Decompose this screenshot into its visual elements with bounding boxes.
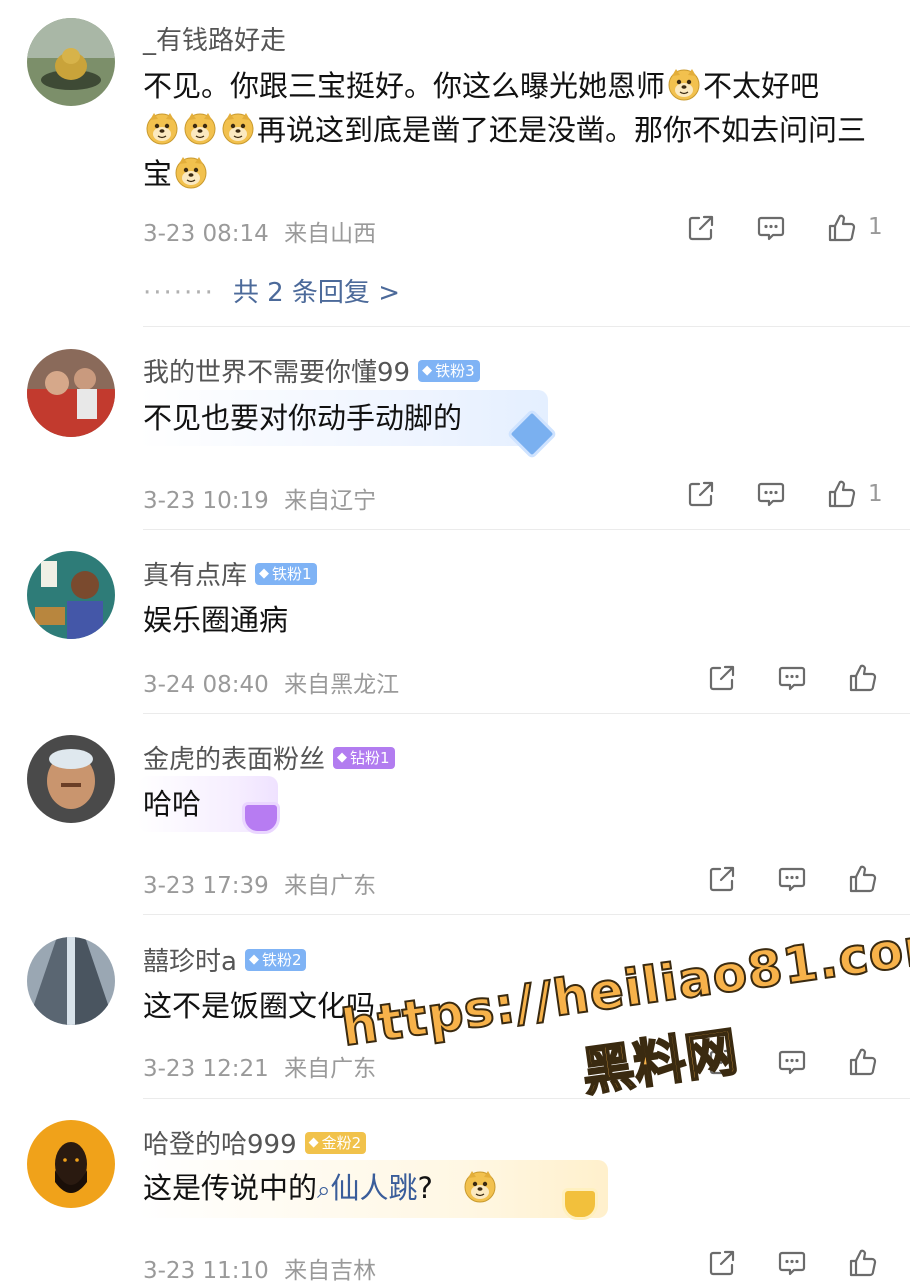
comment-meta: 3-23 08:14 来自山西 (143, 221, 377, 247)
search-icon: ⌕ (317, 1176, 331, 1204)
username[interactable]: _有钱路好走 (143, 20, 286, 57)
divider (143, 713, 910, 714)
share-icon[interactable] (706, 662, 738, 694)
comment-meta: 3-23 17:39 来自广东 (143, 873, 377, 899)
like-icon[interactable] (826, 478, 858, 510)
avatar[interactable] (27, 18, 115, 106)
like-count: 1 (868, 481, 883, 507)
username[interactable]: 真有点库 ◆ 铁粉1 (143, 555, 317, 592)
like-icon[interactable] (847, 863, 879, 895)
comment-icon[interactable] (776, 662, 808, 694)
username[interactable]: 哈登的哈999 ◆ 金粉2 (143, 1124, 367, 1161)
diamond-gem-icon: ◆ (422, 362, 433, 378)
doge-emoji (666, 66, 702, 102)
comment-icon[interactable] (776, 1046, 808, 1078)
comment-icon[interactable] (776, 1247, 808, 1279)
divider (143, 529, 910, 530)
comment-text: 这是传说中的⌕仙人跳? (143, 1166, 883, 1212)
diamond-gem-icon: ◆ (337, 749, 348, 765)
diamond-gem-icon (242, 802, 280, 834)
comment-icon[interactable] (755, 212, 787, 244)
share-icon[interactable] (685, 478, 717, 510)
fan-badge: ◆ 铁粉2 (244, 948, 307, 971)
comment-meta: 3-23 10:19 来自辽宁 (143, 488, 377, 514)
diamond-gem-icon: ◆ (248, 951, 259, 967)
comment-text: 不见。你跟三宝挺好。你这么曝光她恩师 不太好吧 再说这到底是凿了还是没凿。那你不如… (143, 64, 883, 196)
doge-emoji (462, 1168, 498, 1204)
comment-meta: 3-23 12:21 来自广东 (143, 1056, 377, 1082)
share-icon[interactable] (706, 863, 738, 895)
comment-meta: 3-24 08:40 来自黑龙江 (143, 672, 400, 698)
username[interactable]: 囍珍时a ◆ 铁粉2 (143, 941, 307, 978)
diamond-gem-icon: ◆ (259, 565, 270, 581)
username[interactable]: 金虎的表面粉丝 ◆ 钻粉1 (143, 739, 395, 776)
comment-icon[interactable] (776, 863, 808, 895)
comment-text: 娱乐圈通病 (143, 603, 289, 637)
doge-emoji (173, 154, 209, 190)
divider (143, 1098, 910, 1099)
hashtag-link[interactable]: ⌕仙人跳 (317, 1171, 417, 1205)
avatar[interactable] (27, 551, 115, 639)
like-icon[interactable] (847, 1247, 879, 1279)
username[interactable]: 我的世界不需要你懂99 ◆ 铁粉3 (143, 352, 480, 389)
view-replies-link[interactable]: ······· 共 2 条回复 > (143, 272, 400, 309)
avatar[interactable] (27, 1120, 115, 1208)
diamond-gem-icon (562, 1188, 598, 1220)
diamond-gem-icon: ◆ (308, 1134, 319, 1150)
doge-emoji (144, 110, 180, 146)
divider (143, 326, 910, 327)
fan-badge: ◆ 钻粉1 (333, 746, 395, 769)
fan-badge: ◆ 铁粉1 (255, 562, 317, 585)
avatar[interactable] (27, 349, 115, 437)
doge-emoji (182, 110, 218, 146)
like-icon[interactable] (847, 1046, 879, 1078)
share-icon[interactable] (706, 1046, 738, 1078)
avatar[interactable] (27, 937, 115, 1025)
avatar[interactable] (27, 735, 115, 823)
fan-badge: ◆ 金粉2 (304, 1131, 367, 1154)
like-icon[interactable] (826, 212, 858, 244)
comment-icon[interactable] (755, 478, 787, 510)
fan-badge: ◆ 铁粉3 (418, 359, 480, 382)
like-count: 1 (868, 214, 883, 240)
divider (143, 914, 910, 915)
share-icon[interactable] (706, 1247, 738, 1279)
like-icon[interactable] (847, 662, 879, 694)
share-icon[interactable] (685, 212, 717, 244)
comment-text: 这不是饭圈文化吗 (143, 989, 376, 1023)
doge-emoji (220, 110, 256, 146)
